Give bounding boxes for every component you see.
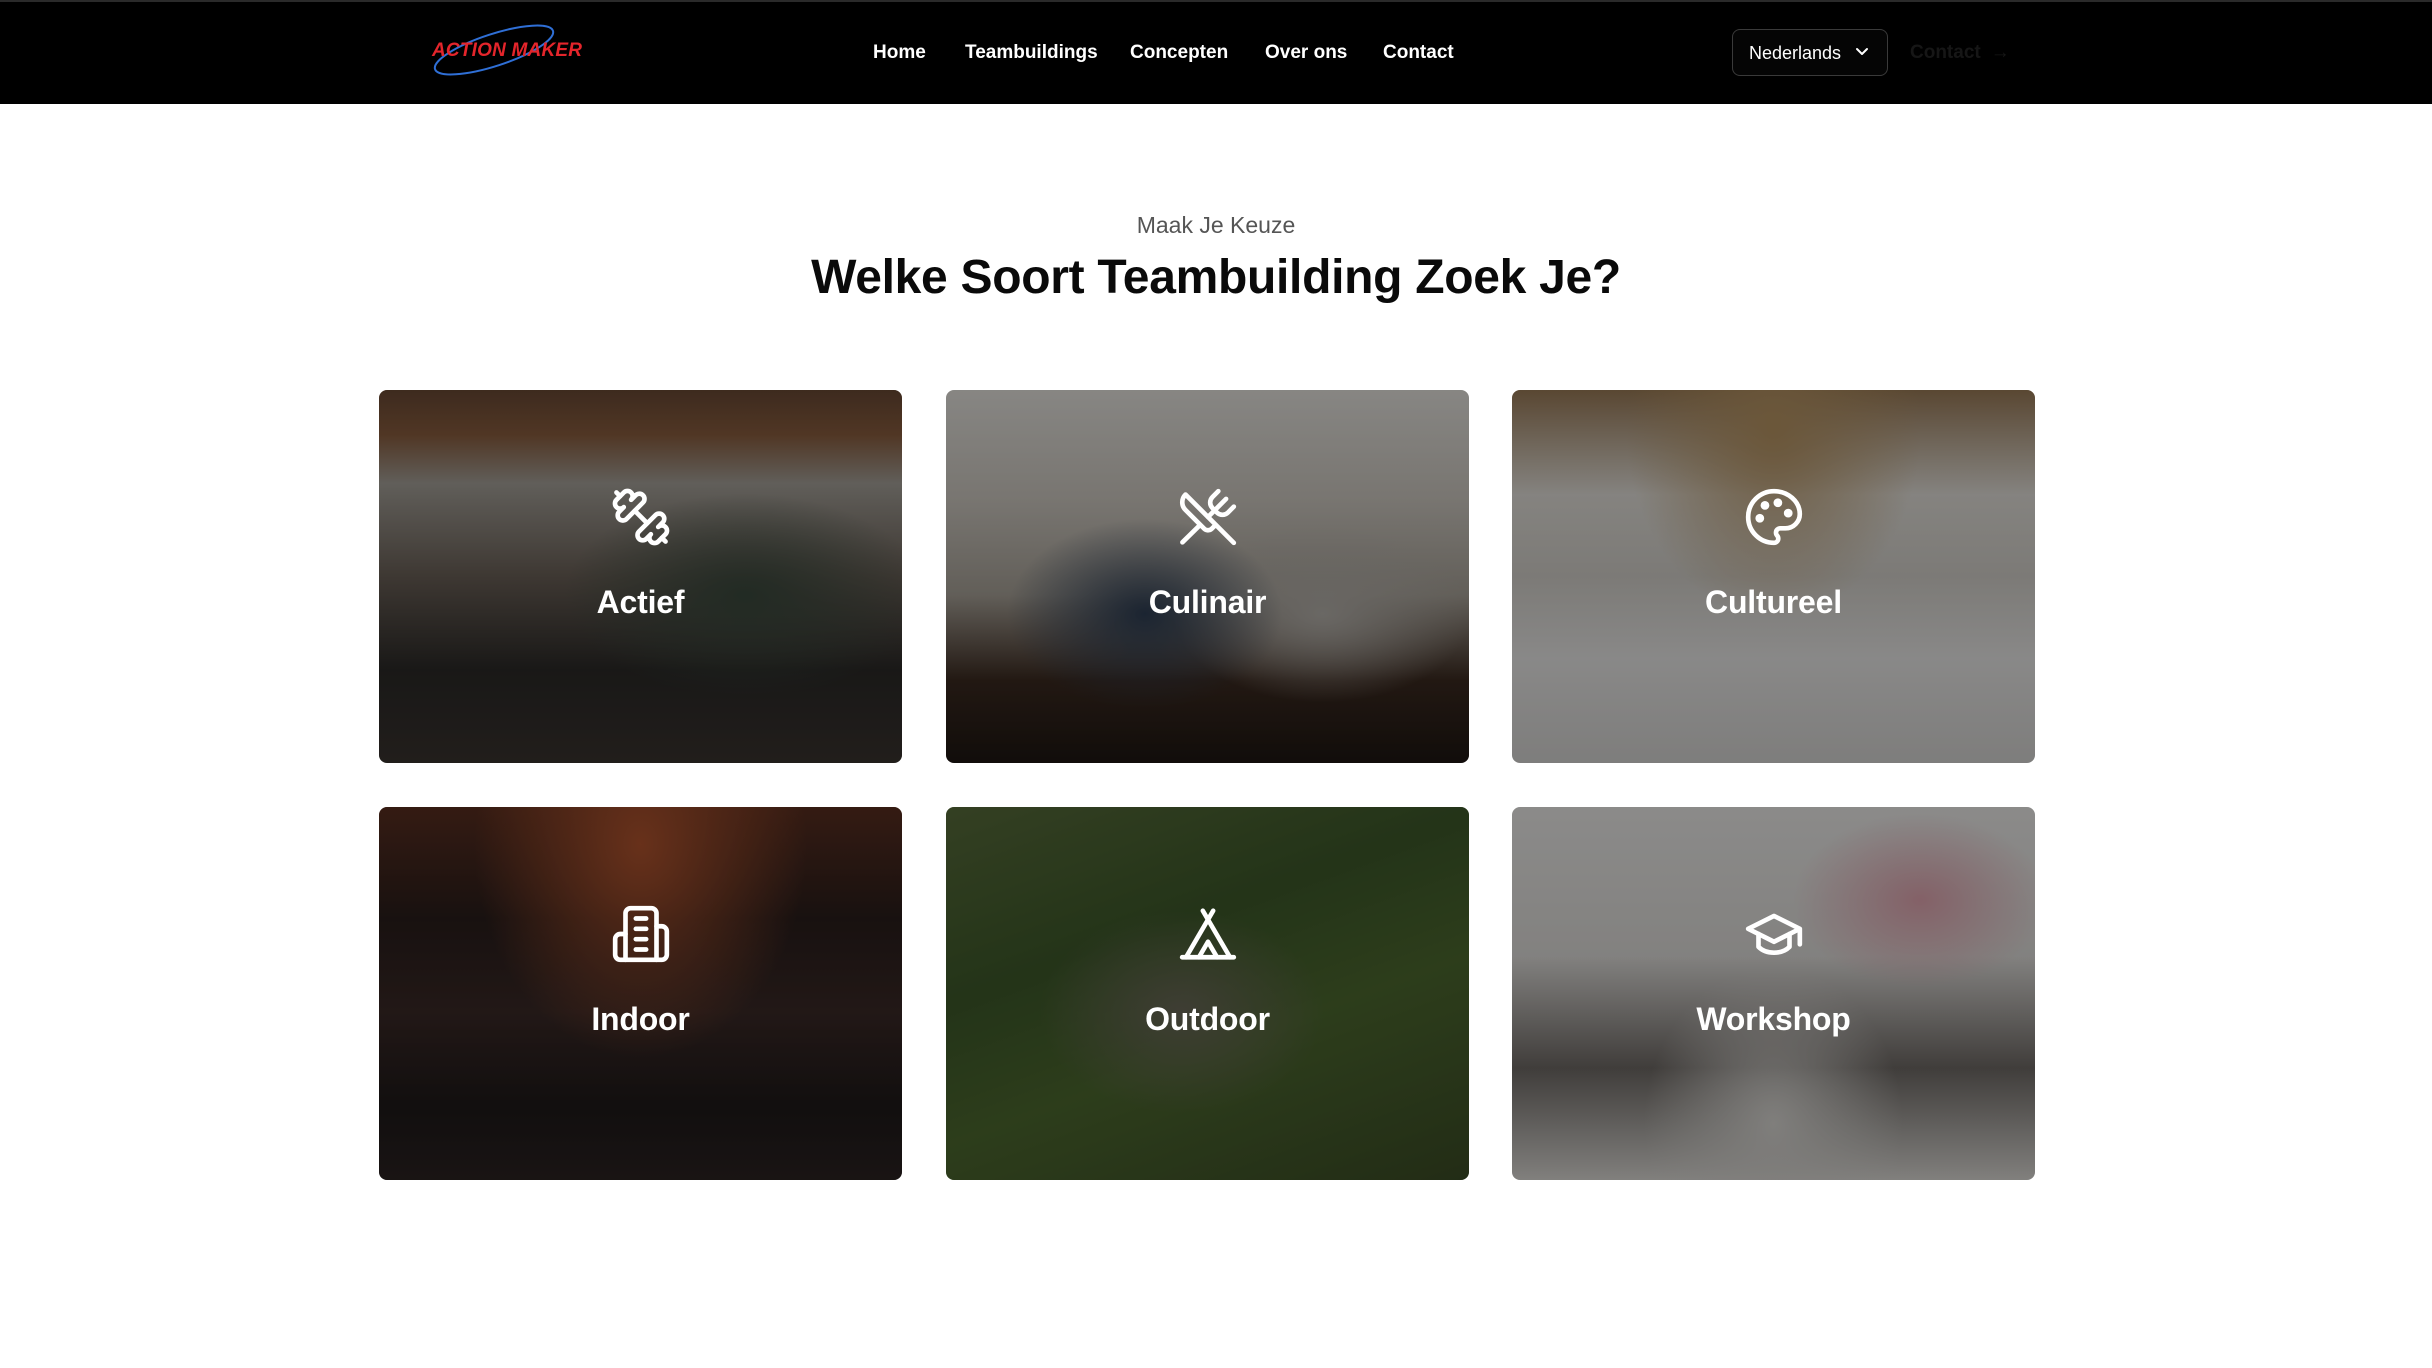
card-label: Outdoor (1145, 1001, 1270, 1037)
card-overlay (379, 390, 902, 763)
section-title: Welke Soort Teambuilding Zoek Je? (811, 251, 1621, 304)
tent-icon (1179, 908, 1236, 960)
category-card-actief[interactable]: Actief (379, 390, 902, 763)
category-card-outdoor[interactable]: Outdoor (946, 807, 1469, 1180)
dumbbell-icon (612, 488, 669, 546)
palette-icon (1745, 488, 1802, 546)
card-label: Culinair (1148, 584, 1267, 620)
building-icon (612, 905, 669, 963)
card-overlay (1512, 807, 2035, 1180)
arrow-right-icon: → (1990, 42, 2010, 63)
language-label: Nederlands (1749, 43, 1842, 63)
graduation-cap-icon (1745, 913, 1802, 956)
chevron-down-icon (1856, 48, 1868, 55)
category-card-cultureel[interactable]: Cultureel (1512, 390, 2035, 763)
logo-text: ACTION MAKER (432, 40, 583, 61)
nav-item-contact[interactable]: Contact (1383, 42, 1454, 64)
card-overlay (1512, 390, 2035, 763)
utensils-crossed-icon (1179, 488, 1236, 546)
contact-cta-button[interactable]: Contact → (1910, 42, 2010, 64)
category-card-indoor[interactable]: Indoor (379, 807, 902, 1180)
category-card-culinair[interactable]: Culinair (946, 390, 1469, 763)
card-overlay (946, 390, 1469, 763)
card-label: Cultureel (1705, 584, 1842, 620)
card-overlay (379, 807, 902, 1180)
category-card-workshop[interactable]: Workshop (1512, 807, 2035, 1180)
card-label: Indoor (591, 1001, 690, 1037)
brand-logo[interactable]: ACTION MAKER (428, 20, 582, 82)
nav-item-home[interactable]: Home (873, 42, 926, 64)
nav-item-teambuildings[interactable]: Teambuildings (965, 42, 1098, 64)
language-select[interactable]: Nederlands (1732, 29, 1888, 76)
card-label: Actief (596, 584, 685, 620)
card-label: Workshop (1696, 1001, 1851, 1037)
site-header: ACTION MAKER Home Teambuildings Concepte… (0, 0, 2432, 104)
section-eyebrow: Maak Je Keuze (1136, 212, 1296, 238)
card-overlay (946, 807, 1469, 1180)
nav-item-over-ons[interactable]: Over ons (1265, 42, 1347, 64)
contact-cta-label: Contact (1910, 42, 1981, 63)
nav-item-concepten[interactable]: Concepten (1130, 42, 1228, 64)
